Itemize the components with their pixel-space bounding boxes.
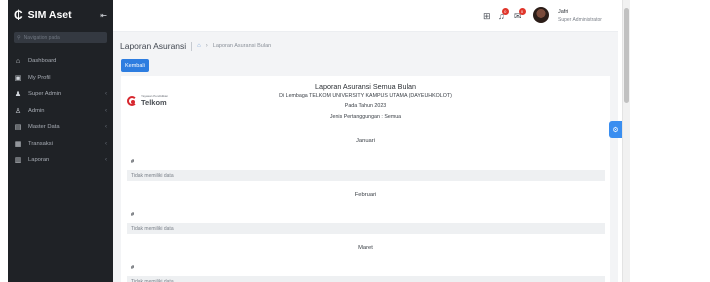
settings-button[interactable]: ⚙	[609, 121, 622, 138]
sidebar-item-label: Admin	[28, 107, 45, 114]
table-header-hash: #	[131, 265, 135, 271]
sidebar-search-placeholder: Navigation pada	[23, 34, 60, 41]
sidebar-item-label: My Profil	[28, 74, 51, 81]
main-content: Laporan Asuransi ⌂ › Laporan Asuransi Bu…	[113, 32, 618, 282]
chevron-left-icon: ‹	[105, 157, 107, 164]
table-header-hash: #	[131, 159, 135, 165]
sidebar-item-master-data[interactable]: ▤ Master Data ‹	[8, 119, 113, 136]
table-row: Tidak memiliki data	[127, 276, 605, 282]
table-row: Tidak memiliki data	[127, 170, 605, 181]
report-coverage: Jenis Pertanggungan : Semua	[329, 114, 402, 120]
breadcrumb-current: Laporan Asuransi Bulan	[212, 43, 272, 49]
sidebar-item-label: Master Data	[28, 124, 60, 131]
report-institution: Di Lembaga TELKOM UNIVERSITY KAMPUS UTAM…	[279, 93, 452, 99]
page-title: Laporan Asuransi	[120, 41, 187, 51]
month-heading: Januari	[355, 138, 375, 144]
notification-badge: 0	[501, 8, 509, 15]
users-icon: ♟	[14, 91, 22, 99]
chevron-left-icon: ‹	[105, 107, 107, 114]
message-icon[interactable]: ✉ 0	[514, 8, 526, 22]
chevron-left-icon: ‹	[105, 140, 107, 147]
report-card: Yayasan Pendidikan Telkom Laporan Asuran…	[121, 76, 610, 282]
apps-grid-icon[interactable]: ⊞	[483, 11, 491, 22]
sidebar-item-label: Super Admin	[28, 91, 62, 98]
topbar: ⊞ ♫ 0 ✉ 0 Jafri Super Administrator	[113, 0, 618, 32]
sidebar-item-dashboard[interactable]: ⌂ Dashboard	[8, 53, 113, 70]
table-row: Tidak memiliki data	[127, 223, 605, 234]
month-heading: Februari	[354, 192, 377, 198]
brand-logo-icon: ₵	[14, 8, 23, 22]
database-icon: ▤	[14, 124, 22, 132]
sidebar-item-admin[interactable]: ♙ Admin ‹	[8, 103, 113, 120]
report-icon: ▥	[14, 157, 22, 165]
breadcrumb-divider	[191, 41, 193, 51]
home-icon[interactable]: ⌂	[197, 43, 201, 49]
sidebar-item-label: Transaksi	[28, 140, 53, 147]
profile-card-icon: ▣	[14, 74, 22, 82]
transaction-icon: ▦	[14, 140, 22, 148]
table-header-hash: #	[131, 212, 135, 218]
chevron-left-icon: ‹	[105, 91, 107, 98]
report-title: Laporan Asuransi Semua Bulan	[314, 82, 417, 91]
report-year: Pada Tahun 2023	[344, 103, 387, 109]
sidebar-item-label: Dashboard	[28, 58, 57, 65]
avatar[interactable]	[533, 7, 549, 23]
message-badge: 0	[518, 8, 526, 15]
bell-icon[interactable]: ♫ 0	[498, 8, 509, 21]
chevron-left-icon: ‹	[105, 124, 107, 131]
scrollbar[interactable]	[622, 0, 630, 282]
sidebar-item-laporan[interactable]: ▥ Laporan ‹	[8, 152, 113, 169]
month-heading: Maret	[358, 245, 373, 251]
sidebar-toggle-icon[interactable]: ⇤	[100, 11, 107, 20]
sidebar-item-transaksi[interactable]: ▦ Transaksi ‹	[8, 136, 113, 153]
scrollbar-thumb[interactable]	[624, 8, 629, 103]
user-icon: ♙	[14, 107, 22, 115]
sidebar-item-my-profil[interactable]: ▣ My Profil	[8, 70, 113, 87]
back-button[interactable]: Kembali	[121, 59, 149, 72]
gear-icon: ⚙	[612, 126, 619, 134]
sidebar-item-label: Laporan	[28, 157, 50, 164]
sidebar-search[interactable]: ⚲ Navigation pada	[14, 32, 107, 43]
brand[interactable]: ₵ SIM Aset ⇤	[8, 0, 113, 30]
user-role: Super Administrator	[558, 17, 602, 23]
home-icon: ⌂	[15, 57, 21, 65]
user-name[interactable]: Jafri	[558, 9, 568, 15]
breadcrumb: Laporan Asuransi ⌂ › Laporan Asuransi Bu…	[120, 41, 271, 51]
brand-name: SIM Aset	[27, 9, 72, 21]
sidebar-item-super-admin[interactable]: ♟ Super Admin ‹	[8, 86, 113, 103]
chevron-right-icon: ›	[205, 43, 208, 49]
search-icon: ⚲	[17, 34, 21, 41]
sidebar: ₵ SIM Aset ⇤ ⚲ Navigation pada ⌂ Dashboa…	[8, 0, 113, 282]
